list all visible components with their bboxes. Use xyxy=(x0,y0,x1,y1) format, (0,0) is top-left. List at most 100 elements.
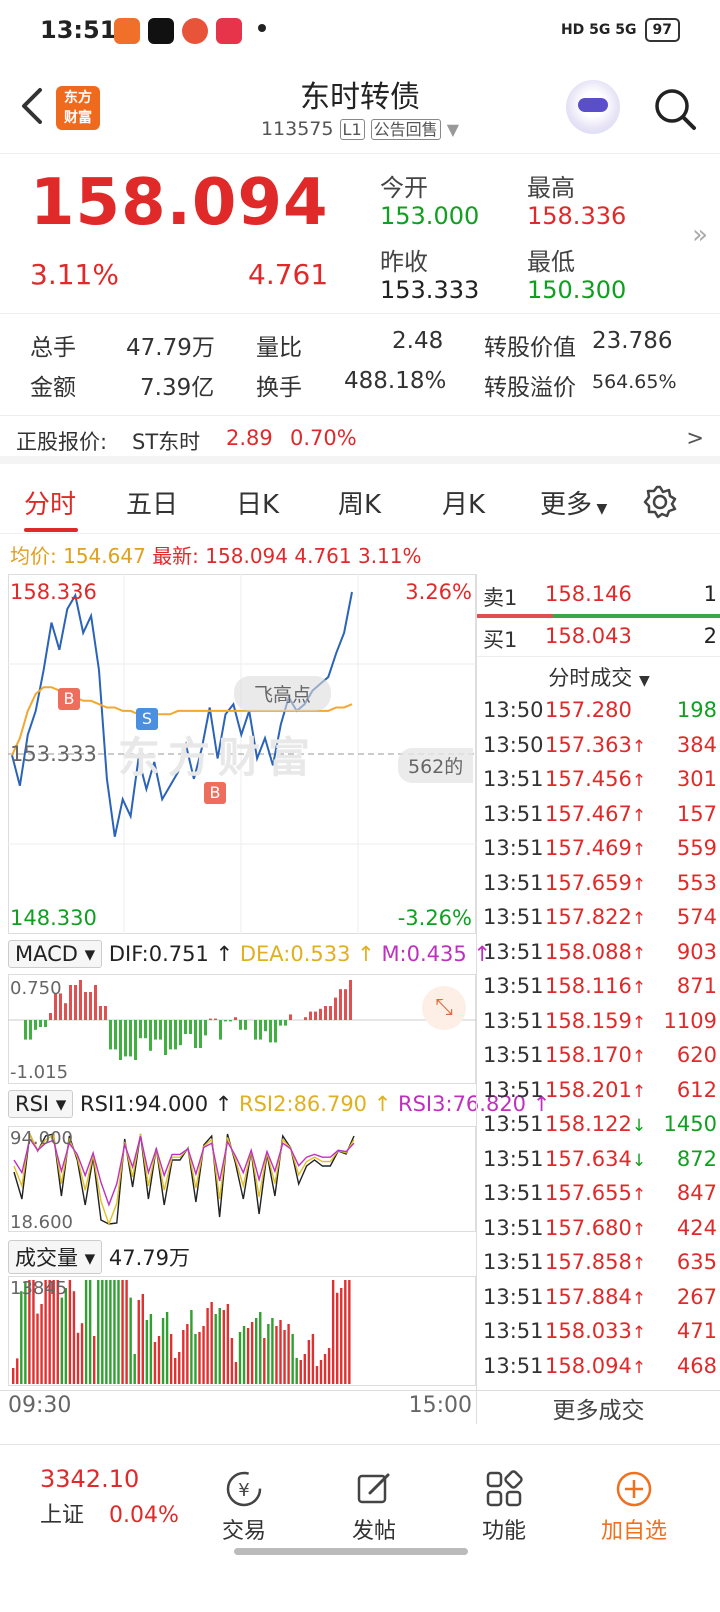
nav-trade[interactable]: ¥ 交易 xyxy=(184,1469,304,1545)
trade-time: 13:51 xyxy=(483,905,544,929)
volume-bar xyxy=(206,1308,209,1384)
macd-bar xyxy=(259,1020,262,1040)
macd-selector[interactable]: MACD ▾ xyxy=(8,940,103,968)
index-ticker[interactable]: 3342.10 上证 0.04% xyxy=(40,1465,179,1529)
notification-app-icon xyxy=(216,18,242,44)
buy-marker[interactable]: B xyxy=(204,782,226,804)
volume-label: 总手 xyxy=(30,335,76,361)
trade-row: 13:51 158.122↓ 1450 xyxy=(477,1112,720,1146)
tab-daily-k[interactable]: 日K xyxy=(236,484,279,521)
macd-bar xyxy=(334,997,337,1020)
volume-bar xyxy=(222,1310,225,1384)
macd-bar xyxy=(229,1020,232,1022)
expand-icon[interactable]: ⤡ xyxy=(422,986,466,1030)
avg-label: 均价: xyxy=(10,544,57,568)
change-percent: 3.11% xyxy=(30,258,119,291)
trade-price: 158.159↑ xyxy=(545,1009,646,1033)
macd-bar xyxy=(329,1006,332,1020)
trade-price-value: 157.858 xyxy=(545,1250,632,1274)
volume-chart[interactable] xyxy=(8,1276,476,1386)
expand-chevron-icon[interactable]: » xyxy=(692,220,708,250)
trade-price-value: 158.116 xyxy=(545,974,632,998)
index-name: 上证 xyxy=(40,1503,85,1528)
status-bar: 13:51 HD 5G 5G 97 xyxy=(0,0,720,66)
volume-bar xyxy=(263,1338,266,1384)
volume-bar xyxy=(16,1358,19,1384)
trade-row: 13:51 158.116↑ 871 xyxy=(477,974,720,1008)
macd-bar xyxy=(74,985,77,1020)
trade-price: 157.363↑ xyxy=(545,733,646,757)
underlying-name: ST东时 xyxy=(132,430,201,454)
trades-title[interactable]: 分时成交 ▼ xyxy=(477,662,720,692)
volume-bar xyxy=(267,1324,270,1384)
latest-change: 4.761 xyxy=(294,544,352,568)
volume-bar xyxy=(88,1280,92,1384)
volume-bar xyxy=(105,1280,108,1384)
volume-bar xyxy=(340,1288,343,1384)
sell-1-price: 158.146 xyxy=(545,582,632,606)
buy-1-label: 买1 xyxy=(483,628,518,652)
macd-bar xyxy=(119,1020,122,1060)
nav-functions[interactable]: 功能 xyxy=(444,1469,564,1545)
volume-bar xyxy=(210,1302,213,1384)
intraday-chart-area[interactable]: 东方财富 飞高点 562的 158.336 3.26% 153.333 148.… xyxy=(8,574,550,1386)
macd-bar xyxy=(314,1011,317,1020)
tab-monthly-k[interactable]: 月K xyxy=(442,484,485,521)
volume-bar xyxy=(198,1332,201,1384)
trade-volume: 301 xyxy=(676,767,717,791)
volume-selector[interactable]: 成交量 ▾ xyxy=(8,1240,103,1274)
volume-bar xyxy=(230,1338,234,1384)
chevron-right-icon: > xyxy=(686,426,704,450)
trade-volume: 847 xyxy=(676,1181,717,1205)
signal-icon: HD 5G 5G xyxy=(560,22,637,38)
tab-intraday[interactable]: 分时 xyxy=(24,484,76,521)
trade-direction-icon: ↑ xyxy=(631,1357,647,1378)
macd-bar xyxy=(174,1020,177,1050)
nav-functions-label: 功能 xyxy=(481,1519,526,1544)
tab-more[interactable]: 更多 ▼ xyxy=(540,484,607,521)
edit-icon xyxy=(357,1473,390,1504)
underlying-stock-row[interactable]: 正股报价: ST东时 2.89 0.70% > xyxy=(0,418,720,464)
macd-bar xyxy=(169,1020,172,1050)
trade-row: 13:51 158.201↑ 612 xyxy=(477,1078,720,1112)
macd-dea: DEA:0.533 xyxy=(239,942,351,966)
nav-add-watchlist[interactable]: 加自选 xyxy=(574,1469,694,1545)
more-trades-button[interactable]: 更多成交 xyxy=(476,1390,720,1424)
trade-price-value: 158.170 xyxy=(545,1043,632,1067)
volume-bar xyxy=(80,1323,84,1384)
nav-post[interactable]: 发帖 xyxy=(314,1469,434,1545)
nav-add-watchlist-label: 加自选 xyxy=(600,1519,667,1544)
trade-price-value: 158.159 xyxy=(545,1008,632,1033)
search-icon[interactable] xyxy=(650,84,700,134)
volume-bar xyxy=(169,1334,173,1384)
trade-direction-icon: ↓ xyxy=(631,1150,647,1171)
watermark: 东方财富 xyxy=(118,733,319,782)
macd-bar xyxy=(134,1020,137,1060)
gear-icon[interactable] xyxy=(642,484,678,520)
trade-volume: 384 xyxy=(676,732,717,757)
macd-chart[interactable] xyxy=(8,974,476,1084)
trade-price-value: 158.122 xyxy=(545,1112,632,1136)
rsi-chart[interactable] xyxy=(8,1126,476,1232)
assistant-robot-icon[interactable] xyxy=(566,80,620,134)
trade-price: 158.033↑ xyxy=(545,1319,646,1343)
time-start: 09:30 xyxy=(8,1393,72,1418)
trade-price: 157.655↑ xyxy=(545,1181,646,1205)
volume-bar xyxy=(327,1348,331,1384)
axis-bottom-percent: -3.26% xyxy=(397,906,472,930)
tab-weekly-k[interactable]: 周K xyxy=(338,484,381,521)
quote-panel: 158.094 3.11% 4.761 今开 153.000 最高 158.33… xyxy=(0,154,720,314)
macd-bar xyxy=(99,1006,102,1020)
volume-bar xyxy=(84,1280,88,1384)
volume-bar xyxy=(255,1318,258,1384)
status-time: 13:51 xyxy=(40,16,117,44)
nav-post-label: 发帖 xyxy=(351,1519,396,1544)
trade-volume: 471 xyxy=(676,1319,717,1343)
sell-marker[interactable]: S xyxy=(136,708,158,730)
volume-bar xyxy=(271,1318,274,1384)
buy-marker[interactable]: B xyxy=(58,688,80,710)
volume-bar xyxy=(93,1336,96,1384)
rsi-selector[interactable]: RSI ▾ xyxy=(8,1090,74,1118)
chart-tabs: 分时 五日 日K 周K 月K 更多 ▼ xyxy=(0,472,720,534)
tab-five-day[interactable]: 五日 xyxy=(126,484,178,521)
